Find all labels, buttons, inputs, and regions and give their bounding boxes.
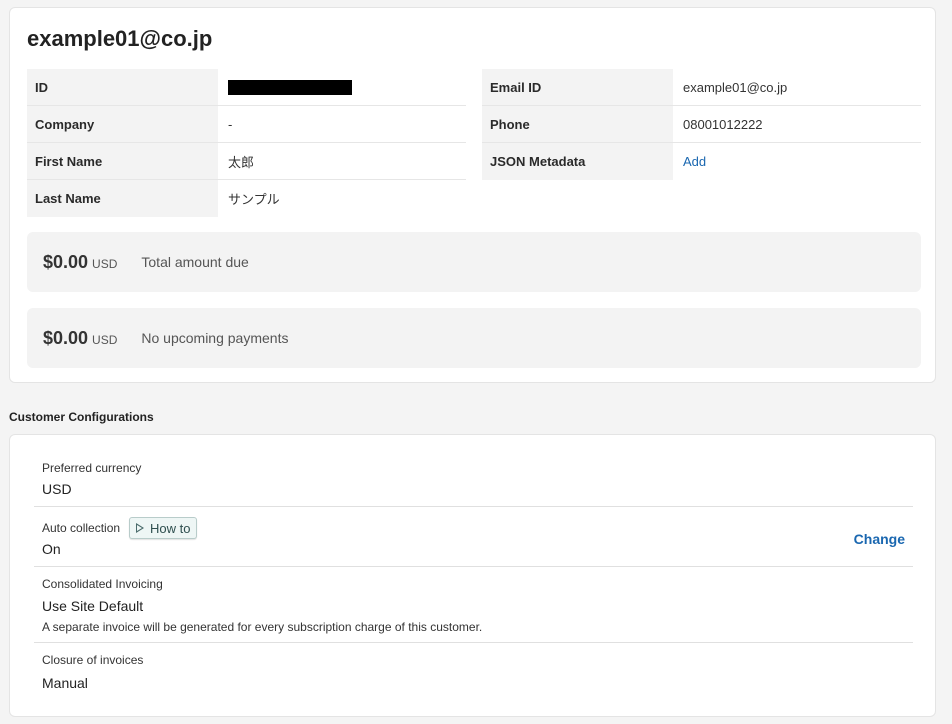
detail-label: First Name [27, 143, 218, 179]
amount-label: Total amount due [141, 254, 249, 270]
config-label: Preferred currency [42, 461, 142, 475]
detail-row-company: Company - [27, 106, 466, 143]
config-value: On [42, 541, 61, 557]
section-heading-customer-configurations: Customer Configurations [9, 410, 154, 424]
detail-row-phone: Phone 08001012222 [482, 106, 921, 143]
config-consolidated-invoicing: Consolidated Invoicing Use Site Default … [34, 567, 913, 643]
detail-value: サンプル [228, 192, 280, 207]
detail-value: - [228, 116, 233, 132]
config-auto-collection: Auto collection How to On Change [34, 507, 913, 567]
customer-summary-card: example01@co.jp ID Company - First Name … [9, 7, 936, 383]
detail-label: Phone [482, 106, 673, 142]
detail-label: Email ID [482, 69, 673, 105]
how-to-label: How to [150, 520, 191, 536]
config-label: Auto collection [42, 521, 121, 535]
detail-value [218, 69, 466, 105]
redacted-id [228, 79, 352, 95]
amount-label: No upcoming payments [141, 330, 289, 346]
amount-value: $0.00 [43, 251, 89, 272]
add-metadata-link[interactable]: Add [683, 154, 706, 169]
detail-label: ID [27, 69, 218, 105]
amount-currency: USD [92, 333, 118, 347]
customer-configurations-card: Preferred currency USD Auto collection H… [9, 434, 936, 717]
detail-value: Add [673, 143, 921, 180]
detail-row-last-name: Last Name サンプル [27, 180, 466, 217]
details-table-right: Email ID example01@co.jp Phone 080010122… [482, 69, 921, 180]
detail-label: Last Name [27, 180, 218, 217]
detail-value: example01@co.jp [683, 79, 788, 95]
detail-row-email: Email ID example01@co.jp [482, 69, 921, 106]
how-to-button[interactable]: How to [129, 517, 198, 539]
upcoming-payments-box: $0.00 USD No upcoming payments [27, 308, 921, 368]
config-closure-of-invoices: Closure of invoices Manual [34, 643, 913, 703]
config-description: A separate invoice will be generated for… [42, 620, 483, 634]
config-label: Closure of invoices [42, 653, 144, 667]
detail-row-first-name: First Name 太郎 [27, 143, 466, 180]
detail-label: JSON Metadata [482, 143, 673, 180]
details-table-left: ID Company - First Name 太郎 Last Name サンプ… [27, 69, 466, 217]
config-value: Manual [42, 675, 88, 691]
page-title: example01@co.jp [27, 26, 213, 51]
detail-value: 08001012222 [683, 116, 763, 132]
detail-value: 太郎 [228, 154, 255, 170]
config-preferred-currency: Preferred currency USD [34, 449, 913, 507]
detail-row-id: ID [27, 69, 466, 106]
detail-row-json-metadata: JSON Metadata Add [482, 143, 921, 180]
detail-label: Company [27, 106, 218, 142]
config-value: USD [42, 481, 72, 497]
config-label: Consolidated Invoicing [42, 577, 163, 591]
config-value: Use Site Default [42, 598, 144, 614]
play-icon [136, 523, 144, 533]
total-due-box: $0.00 USD Total amount due [27, 232, 921, 292]
amount-currency: USD [92, 257, 118, 271]
amount-value: $0.00 [43, 327, 89, 348]
change-auto-collection-link[interactable]: Change [854, 531, 905, 547]
